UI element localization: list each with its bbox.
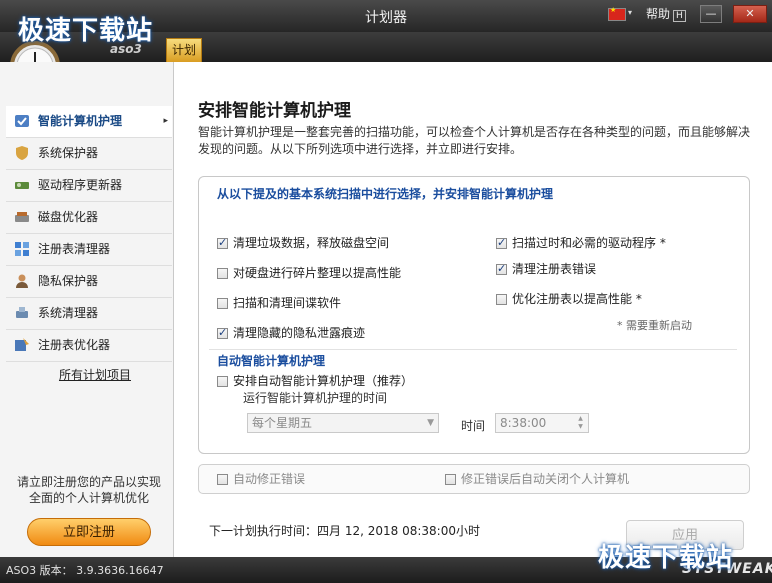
sidebar-item-label: 驱动程序更新器 <box>38 178 123 192</box>
option-registry-errors[interactable]: 清理注册表错误 <box>496 261 596 277</box>
sidebar-item-registry-cleaner[interactable]: 注册表清理器 <box>6 234 172 266</box>
auto-care-title: 自动智能计算机护理 <box>217 354 326 368</box>
checkbox[interactable] <box>445 474 456 485</box>
sidebar-item-registry-optimizer[interactable]: 注册表优化器 <box>6 330 172 362</box>
sidebar-item-system-cleaner[interactable]: 系统清理器 <box>6 298 172 330</box>
page-description: 智能计算机护理是一整套完善的扫描功能，可以检查个人计算机是否存在各种类型的问题，… <box>198 125 751 156</box>
checkbox[interactable] <box>217 235 228 251</box>
option-label: 修正错误后自动关闭个人计算机 <box>461 472 630 486</box>
planner-window: 计划器 ▾ 帮助H — ✕ aso3 计划 极速下载站 智能计算机护理 ▸ 系统… <box>0 0 772 583</box>
time-label: 时间 <box>461 419 486 433</box>
tab-planner[interactable]: 计划 <box>166 38 202 62</box>
main-panel: 安排智能计算机护理 智能计算机护理是一整套完善的扫描功能，可以检查个人计算机是否… <box>174 62 772 557</box>
option-label: 清理垃圾数据，释放磁盘空间 <box>233 236 390 250</box>
shield-check-icon <box>15 115 29 127</box>
option-drivers[interactable]: 扫描过时和必需的驱动程序 * <box>496 235 666 251</box>
sidebar-item-label: 系统保护器 <box>38 146 99 160</box>
checkbox[interactable] <box>217 298 228 309</box>
close-button[interactable]: ✕ <box>733 5 767 23</box>
sidebar-item-label: 系统清理器 <box>38 306 99 320</box>
checkbox[interactable] <box>496 294 507 305</box>
sidebar: 智能计算机护理 ▸ 系统保护器 驱动程序更新器 磁盘优化器 注册表清理器 隐私保… <box>0 62 174 557</box>
next-run-time: 下一计划执行时间：四月 12, 2018 08:38:00小时 <box>209 524 480 538</box>
option-spyware[interactable]: 扫描和清理间谍软件 <box>217 295 341 311</box>
minimize-button[interactable]: — <box>700 5 722 23</box>
option-label: 优化注册表以提高性能 * <box>512 292 642 306</box>
checkbox[interactable] <box>496 235 507 251</box>
run-time-label: 运行智能计算机护理的时间 <box>243 391 388 405</box>
day-select-value: 每个星期五 <box>252 416 313 430</box>
sidebar-item-system-protector[interactable]: 系统保护器 <box>6 138 172 170</box>
help-menu[interactable]: 帮助 H <box>646 5 686 22</box>
option-defrag[interactable]: 对硬盘进行碎片整理以提高性能 <box>217 265 401 281</box>
page-title: 安排智能计算机护理 <box>198 101 351 121</box>
sidebar-item-driver-updater[interactable]: 驱动程序更新器 <box>6 170 172 202</box>
checkbox[interactable] <box>217 325 228 341</box>
option-label: 清理注册表错误 <box>512 262 597 276</box>
checkbox[interactable] <box>496 261 507 277</box>
active-arrow-icon: ▸ <box>163 116 168 126</box>
option-auto-shutdown[interactable]: 修正错误后自动关闭个人计算机 <box>445 471 629 487</box>
option-label: 清理隐藏的隐私泄露痕迹 <box>233 326 366 340</box>
sidebar-item-privacy-protector[interactable]: 隐私保护器 <box>6 266 172 298</box>
sidebar-item-smart-pc-care[interactable]: 智能计算机护理 ▸ <box>6 106 172 138</box>
scan-options-group: 从以下提及的基本系统扫描中进行选择，并安排智能计算机护理 清理垃圾数据，释放磁盘… <box>198 176 750 454</box>
time-value: 8:38:00 <box>500 416 547 430</box>
promo-line-1: 请立即注册您的产品以实现 <box>16 475 161 489</box>
checkbox[interactable] <box>217 376 228 387</box>
option-label: 扫描过时和必需的驱动程序 * <box>512 236 666 250</box>
help-shortcut: H <box>673 10 686 22</box>
day-select[interactable]: 每个星期五 ▼ <box>247 413 439 433</box>
sidebar-item-label: 智能计算机护理 <box>38 114 123 128</box>
group-title: 从以下提及的基本系统扫描中进行选择，并安排智能计算机护理 <box>217 187 554 201</box>
option-label: 安排自动智能计算机护理（推荐） <box>233 374 414 388</box>
auto-fix-row: 自动修正错误 修正错误后自动关闭个人计算机 <box>198 464 750 494</box>
chevron-down-icon: ▼ <box>427 418 434 428</box>
option-clean-junk[interactable]: 清理垃圾数据，释放磁盘空间 <box>217 235 389 251</box>
option-label: 对硬盘进行碎片整理以提高性能 <box>233 266 402 280</box>
register-promo: 请立即注册您的产品以实现 全面的个人计算机优化 <box>6 474 172 506</box>
broom-icon <box>16 307 28 318</box>
checkbox[interactable] <box>217 474 228 485</box>
option-label: 扫描和清理间谍软件 <box>233 296 342 310</box>
shield-icon <box>16 146 28 160</box>
version-label: ASO3 版本： 3.9.3636.16647 <box>6 564 164 577</box>
sidebar-nav: 智能计算机护理 ▸ 系统保护器 驱动程序更新器 磁盘优化器 注册表清理器 隐私保… <box>6 106 172 362</box>
help-label: 帮助 <box>646 7 671 21</box>
checkbox[interactable] <box>217 268 228 279</box>
sidebar-item-disk-optimizer[interactable]: 磁盘优化器 <box>6 202 172 234</box>
watermark-bottom: 极速下载站 <box>598 543 734 573</box>
sidebar-item-label: 注册表优化器 <box>38 338 111 352</box>
driver-icon <box>15 182 29 189</box>
sidebar-item-label: 磁盘优化器 <box>38 210 99 224</box>
all-plans-link[interactable]: 所有计划项目 <box>0 366 190 383</box>
option-auto-schedule[interactable]: 安排自动智能计算机护理（推荐） <box>217 373 413 389</box>
option-privacy-traces[interactable]: 清理隐藏的隐私泄露痕迹 <box>217 325 365 341</box>
registry-cleaner-icon <box>15 242 29 256</box>
option-registry-optimize[interactable]: 优化注册表以提高性能 * <box>496 291 642 307</box>
registry-optimizer-icon <box>15 338 29 351</box>
disk-icon <box>15 212 29 222</box>
register-now-button[interactable]: 立即注册 <box>27 518 151 546</box>
sidebar-item-label: 隐私保护器 <box>38 274 99 288</box>
option-auto-fix[interactable]: 自动修正错误 <box>217 471 305 487</box>
time-input[interactable]: 8:38:00 ▲ ▼ <box>495 413 589 433</box>
restart-note: * 需要重新启动 <box>617 319 692 332</box>
language-dropdown-icon[interactable]: ▾ <box>628 8 632 17</box>
time-spinner-icon[interactable]: ▲ ▼ <box>574 415 587 431</box>
divider <box>209 349 737 350</box>
promo-line-2: 全面的个人计算机优化 <box>28 491 149 505</box>
watermark-top: 极速下载站 <box>18 16 154 46</box>
privacy-icon <box>16 274 28 288</box>
sidebar-item-label: 注册表清理器 <box>38 242 111 256</box>
option-label: 自动修正错误 <box>233 472 306 486</box>
language-flag-icon[interactable] <box>608 6 626 21</box>
